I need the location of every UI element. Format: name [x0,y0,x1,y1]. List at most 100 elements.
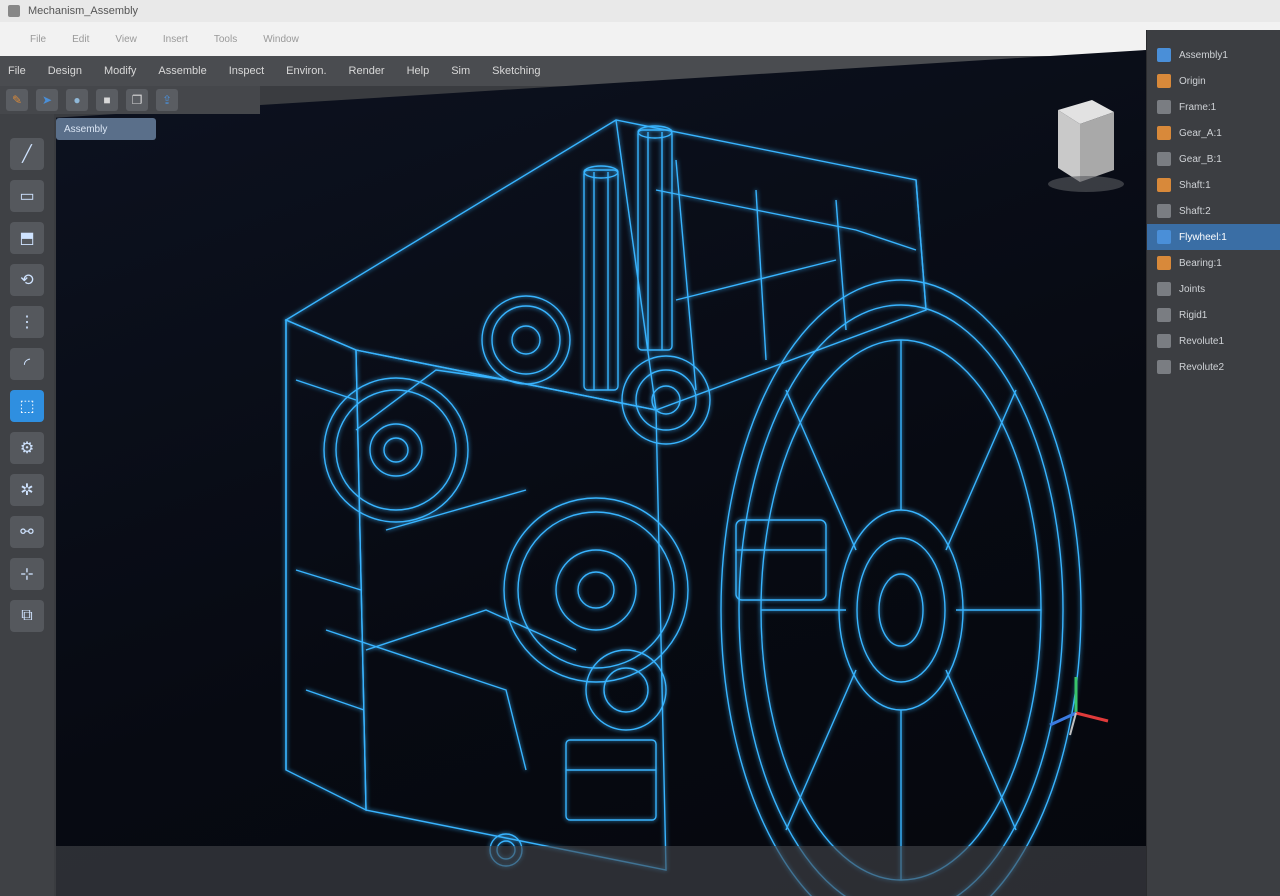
browser-tree-item[interactable]: Joints [1147,276,1280,302]
part-icon [1157,100,1171,114]
joint-icon [1157,282,1171,296]
viewport-tab[interactable]: Assembly [56,118,156,140]
viewcube[interactable] [1040,90,1124,200]
joint-icon [1157,360,1171,374]
cad-application-window: Mechanism_Assembly File Edit View Insert Too… [0,0,1280,896]
copy-icon: ❐ [131,93,143,107]
export-icon: ⇪ [161,93,173,107]
part-icon [1157,178,1171,192]
sidebar-tool-button[interactable]: ◜ [10,348,44,380]
toolbar-button[interactable]: ➤ [36,89,58,111]
browser-tree-item[interactable]: Flywheel:1 [1147,224,1280,250]
pencil-icon: ✎ [11,93,23,107]
part-icon [1157,256,1171,270]
extrude-tool-icon: ⬒ [19,230,35,247]
part-icon [1157,204,1171,218]
part-icon [1157,230,1171,244]
browser-tree-label: Shaft:1 [1179,179,1211,191]
sidebar-tool-button[interactable]: ⊹ [10,558,44,590]
browser-tree-item[interactable]: Bearing:1 [1147,250,1280,276]
browser-tree-label: Assembly1 [1179,49,1228,61]
browser-tree-item[interactable]: Gear_B:1 [1147,146,1280,172]
browser-tree-label: Origin [1179,75,1206,87]
viewcube-ring [1048,176,1124,192]
quick-access-toolbar: ✎ ➤ ● ■ ❐ ⇪ [0,86,260,114]
sidebar-tool-button[interactable]: ▭ [10,180,44,212]
docbar-item[interactable]: Window [263,34,299,45]
docbar-item[interactable]: Edit [72,34,89,45]
app-icon [8,5,20,17]
sidebar-tool-button[interactable]: ⋮ [10,306,44,338]
toolbar-button[interactable]: ■ [96,89,118,111]
revolve-tool-icon: ⟲ [20,272,34,289]
toolbar-button[interactable]: ● [66,89,88,111]
gear-upper [481,295,571,385]
sidebar-tool-button[interactable]: ⟲ [10,264,44,296]
fillet-tool-icon: ◜ [23,356,31,373]
sidebar-tool-button[interactable]: ⬚ [10,390,44,422]
status-bar [56,846,1146,896]
browser-tree-label: Gear_B:1 [1179,153,1222,165]
toolbar-button[interactable]: ❐ [126,89,148,111]
browser-tree-item[interactable]: Revolute2 [1147,354,1280,380]
browser-tree-label: Frame:1 [1179,101,1217,113]
docbar-item[interactable]: File [30,34,46,45]
browser-tree-item[interactable]: Revolute1 [1147,328,1280,354]
sidebar-tool-button[interactable]: ⬒ [10,222,44,254]
browser-tree-item[interactable]: Gear_A:1 [1147,120,1280,146]
section-icon: ⧉ [21,607,33,624]
joint-icon [1157,308,1171,322]
part-icon [1157,126,1171,140]
browser-tree-label: Bearing:1 [1179,257,1222,269]
wireframe-model[interactable] [56,50,1146,896]
sidebar-tool-button[interactable]: ✲ [10,474,44,506]
docbar-item[interactable]: Tools [214,34,237,45]
cog-icon: ✲ [20,482,34,499]
wireframe-geometry [284,119,1082,896]
sidebar-tool-button[interactable]: ⚙ [10,432,44,464]
gear-icon: ⚙ [19,440,35,457]
window-title: Mechanism_Assembly [28,5,139,17]
browser-tree-item[interactable]: Shaft:2 [1147,198,1280,224]
sidebar-tool-button[interactable]: ╱ [10,138,44,170]
part-icon [1157,152,1171,166]
browser-tree-item[interactable]: Origin [1147,68,1280,94]
sketch-tool-icon: ⬚ [19,398,35,415]
browser-tree-label: Joints [1179,283,1206,295]
select-icon: ➤ [41,93,53,107]
tool-sidebar: ╱ ▭ ⬒ ⟲ ⋮ ◜ ⬚ ⚙ ✲ ⚯ ⊹ ⧉ [0,114,54,896]
joint-icon [1157,334,1171,348]
browser-tree-label: Gear_A:1 [1179,127,1222,139]
rectangle-tool-icon: ▭ [19,188,35,205]
measure-icon: ⊹ [20,566,34,583]
mate-icon: ⚯ [20,524,34,541]
browser-tree-item[interactable]: Shaft:1 [1147,172,1280,198]
browser-tree-item[interactable]: Rigid1 [1147,302,1280,328]
sidebar-tool-button[interactable]: ⧉ [10,600,44,632]
viewport-tab-label: Assembly [64,123,108,135]
toolbar-button[interactable]: ✎ [6,89,28,111]
axis-triad-icon [1049,677,1109,736]
toolbar-button[interactable]: ⇪ [156,89,178,111]
shaft-pair [583,125,673,391]
box-icon: ■ [103,93,111,107]
browser-panel: Assembly1 Origin Frame:1 Gear_A:1 Gear_B:1 Sh… [1146,30,1280,896]
browser-tree-label: Revolute1 [1179,335,1225,347]
docbar-item[interactable]: View [115,34,137,45]
title-bar: Mechanism_Assembly [0,0,1280,22]
frame-body [284,119,927,871]
browser-tree-item[interactable]: Assembly1 [1147,42,1280,68]
origin-icon [1157,74,1171,88]
docbar-item[interactable]: Insert [163,34,188,45]
sphere-icon: ● [73,93,81,107]
viewcube-right-face[interactable] [1080,112,1114,182]
browser-tree-label: Flywheel:1 [1179,231,1227,243]
browser-tree-label: Rigid1 [1179,309,1208,321]
pattern-tool-icon: ⋮ [19,314,35,331]
browser-tree-item[interactable]: Frame:1 [1147,94,1280,120]
sidebar-tool-button[interactable]: ⚯ [10,516,44,548]
menu-item-file[interactable]: File [8,65,26,77]
line-tool-icon: ╱ [22,146,32,163]
assembly-icon [1157,48,1171,62]
browser-tree-label: Shaft:2 [1179,205,1211,217]
